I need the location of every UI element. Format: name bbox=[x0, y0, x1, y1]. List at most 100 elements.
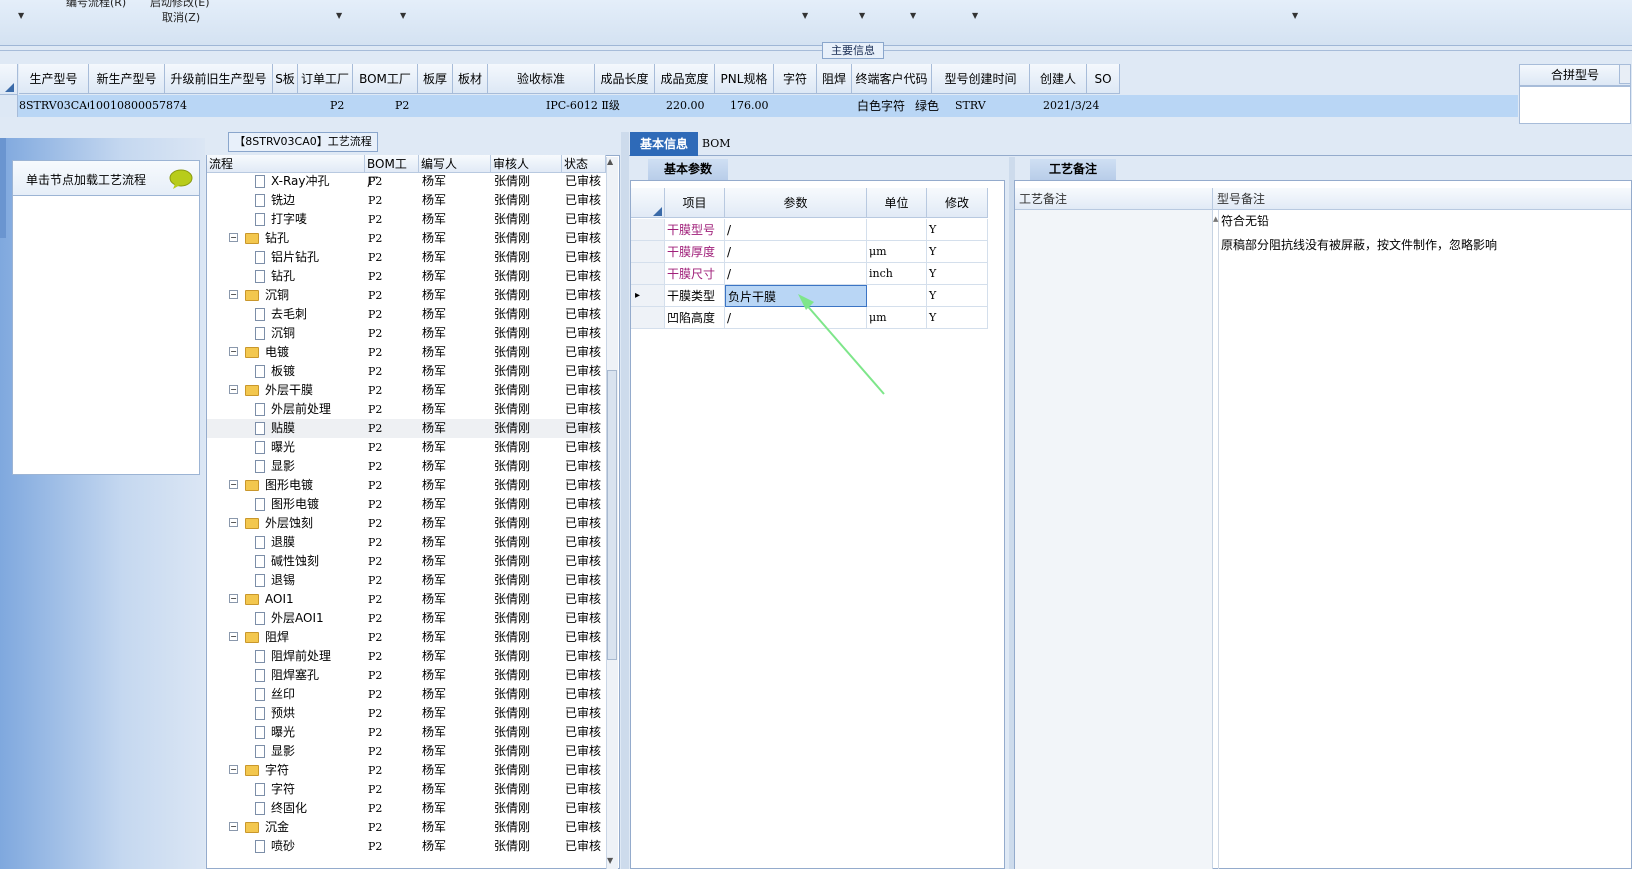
param-modify[interactable]: Y bbox=[927, 263, 988, 285]
collapse-icon[interactable]: − bbox=[229, 233, 238, 242]
splitter[interactable] bbox=[621, 132, 629, 869]
col-model-note[interactable]: 型号备注 bbox=[1213, 188, 1631, 210]
tree-row[interactable]: − 外层蚀刻 P2 杨军 张倩刚 已审核 bbox=[207, 514, 601, 533]
param-item[interactable]: 干膜尺寸 bbox=[665, 263, 725, 285]
tree-row[interactable]: 喷砂 P2 杨军 张倩刚 已审核 bbox=[207, 837, 601, 856]
collapse-icon[interactable]: − bbox=[229, 765, 238, 774]
tree-row[interactable]: 外层AOI1 P2 杨军 张倩刚 已审核 bbox=[207, 609, 601, 628]
tree-col-status[interactable]: 状态 bbox=[562, 155, 606, 173]
main-col-0[interactable]: 生产型号 bbox=[19, 64, 89, 94]
tree-row[interactable]: 曝光 P2 杨军 张倩刚 已审核 bbox=[207, 438, 601, 457]
tree-row[interactable]: − 图形电镀 P2 杨军 张倩刚 已审核 bbox=[207, 476, 601, 495]
tree-row[interactable]: 终固化 P2 杨军 张倩刚 已审核 bbox=[207, 799, 601, 818]
tree-row[interactable]: 外层前处理 P2 杨军 张倩刚 已审核 bbox=[207, 400, 601, 419]
row-selector[interactable] bbox=[631, 219, 665, 241]
tree-row[interactable]: − 电镀 P2 杨军 张倩刚 已审核 bbox=[207, 343, 601, 362]
main-col-3[interactable]: S板 bbox=[273, 64, 298, 94]
tree-row[interactable]: 碱性蚀刻 P2 杨军 张倩刚 已审核 bbox=[207, 552, 601, 571]
param-item[interactable]: 干膜型号 bbox=[665, 219, 725, 241]
param-modify[interactable]: Y bbox=[927, 241, 988, 263]
process-hint-header[interactable]: 单击节点加载工艺流程 bbox=[12, 160, 200, 196]
tree-row[interactable]: − 字符 P2 杨军 张倩刚 已审核 bbox=[207, 761, 601, 780]
main-col-15[interactable]: 型号创建时间 bbox=[932, 64, 1030, 94]
param-item[interactable]: 干膜厚度 bbox=[665, 241, 725, 263]
row-selector[interactable] bbox=[631, 263, 665, 285]
col-item[interactable]: 项目 bbox=[665, 188, 725, 218]
tree-row[interactable]: 钻孔 P2 杨军 张倩刚 已审核 bbox=[207, 267, 601, 286]
tree-row[interactable]: 阻焊塞孔 P2 杨军 张倩刚 已审核 bbox=[207, 666, 601, 685]
tab-process-notes[interactable]: 工艺备注 bbox=[1030, 159, 1116, 180]
tree-row[interactable]: 去毛刺 P2 杨军 张倩刚 已审核 bbox=[207, 305, 601, 324]
row-selector[interactable] bbox=[631, 307, 665, 329]
toolbar-item-flow[interactable]: 编号流程(R) bbox=[66, 0, 126, 10]
param-item[interactable]: 凹陷高度 bbox=[665, 307, 725, 329]
main-col-9[interactable]: 成品长度 bbox=[595, 64, 655, 94]
scroll-up-icon[interactable]: ▲ bbox=[1213, 215, 1218, 223]
main-col-2[interactable]: 升级前旧生产型号 bbox=[165, 64, 273, 94]
tree-row[interactable]: 曝光 P2 杨军 张倩刚 已审核 bbox=[207, 723, 601, 742]
main-col-11[interactable]: PNL规格 bbox=[715, 64, 774, 94]
main-col-13[interactable]: 阻焊 bbox=[817, 64, 852, 94]
tab-bom[interactable]: BOM bbox=[702, 132, 742, 156]
main-col-12[interactable]: 字符 bbox=[774, 64, 817, 94]
collapse-icon[interactable]: − bbox=[229, 290, 238, 299]
dropdown-arrow-icon[interactable]: ▼ bbox=[859, 11, 865, 20]
param-modify[interactable]: Y bbox=[927, 307, 988, 329]
main-col-5[interactable]: BOM工厂 bbox=[353, 64, 418, 94]
col-unit[interactable]: 单位 bbox=[867, 188, 927, 218]
scroll-arrow-icon[interactable] bbox=[1619, 64, 1631, 84]
param-modify[interactable]: Y bbox=[927, 285, 988, 307]
tree-col-flow[interactable]: 流程 bbox=[207, 155, 365, 173]
dropdown-arrow-icon[interactable]: ▼ bbox=[400, 11, 406, 20]
dropdown-arrow-icon[interactable]: ▼ bbox=[18, 11, 24, 20]
tree-row[interactable]: 退锡 P2 杨军 张倩刚 已审核 bbox=[207, 571, 601, 590]
tree-row[interactable]: 图形电镀 P2 杨军 张倩刚 已审核 bbox=[207, 495, 601, 514]
toolbar-item-cancel[interactable]: 取消(Z) bbox=[162, 9, 200, 25]
tree-col-bom-factory[interactable]: BOM工厂 bbox=[365, 155, 419, 189]
tree-row[interactable]: − 阻焊 P2 杨军 张倩刚 已审核 bbox=[207, 628, 601, 647]
dropdown-arrow-icon[interactable]: ▼ bbox=[802, 11, 808, 20]
tree-row[interactable]: 丝印 P2 杨军 张倩刚 已审核 bbox=[207, 685, 601, 704]
tab-basic-info[interactable]: 基本信息 bbox=[630, 132, 698, 156]
collapse-handle[interactable] bbox=[0, 138, 6, 238]
main-col-16[interactable]: 创建人 bbox=[1030, 64, 1087, 94]
tree-row[interactable]: − 沉铜 P2 杨军 张倩刚 已审核 bbox=[207, 286, 601, 305]
tree-row[interactable]: − 钻孔 P2 杨军 张倩刚 已审核 bbox=[207, 229, 601, 248]
tree-row[interactable]: 字符 P2 杨军 张倩刚 已审核 bbox=[207, 780, 601, 799]
tree-row[interactable]: 铝片钻孔 P2 杨军 张倩刚 已审核 bbox=[207, 248, 601, 267]
tree-row[interactable]: 铣边 P2 杨军 张倩刚 已审核 bbox=[207, 191, 601, 210]
tree-scrollbar-thumb[interactable] bbox=[607, 370, 617, 660]
tree-row[interactable]: 板镀 P2 杨军 张倩刚 已审核 bbox=[207, 362, 601, 381]
dropdown-arrow-icon[interactable]: ▼ bbox=[972, 11, 978, 20]
dropdown-arrow-icon[interactable]: ▼ bbox=[1292, 11, 1298, 20]
col-process-note[interactable]: 工艺备注 bbox=[1015, 188, 1213, 210]
collapse-icon[interactable]: − bbox=[229, 822, 238, 831]
tree-row[interactable]: 阻焊前处理 P2 杨军 张倩刚 已审核 bbox=[207, 647, 601, 666]
collapse-icon[interactable]: − bbox=[229, 385, 238, 394]
main-col-7[interactable]: 板材 bbox=[453, 64, 488, 94]
param-unit[interactable] bbox=[867, 219, 927, 241]
collapse-icon[interactable]: − bbox=[229, 480, 238, 489]
collapse-icon[interactable]: − bbox=[229, 347, 238, 356]
tree-row[interactable]: 沉铜 P2 杨军 张倩刚 已审核 bbox=[207, 324, 601, 343]
tree-row[interactable]: 预烘 P2 杨军 张倩刚 已审核 bbox=[207, 704, 601, 723]
main-col-17[interactable]: SO bbox=[1087, 64, 1120, 94]
tree-row[interactable]: 打字唛 P2 杨军 张倩刚 已审核 bbox=[207, 210, 601, 229]
param-modify[interactable]: Y bbox=[927, 219, 988, 241]
row-selector[interactable]: ▸ bbox=[631, 285, 665, 307]
dropdown-arrow-icon[interactable]: ▼ bbox=[910, 11, 916, 20]
tree-row[interactable]: X-Ray冲孔 P2 杨军 张倩刚 已审核 bbox=[207, 172, 601, 191]
scroll-down-icon[interactable]: ▼ bbox=[607, 856, 613, 865]
tree-row[interactable]: 退膜 P2 杨军 张倩刚 已审核 bbox=[207, 533, 601, 552]
collapse-icon[interactable]: − bbox=[229, 594, 238, 603]
param-item[interactable]: 干膜类型 bbox=[665, 285, 725, 307]
tree-col-writer[interactable]: 编写人 bbox=[419, 155, 491, 173]
main-col-1[interactable]: 新生产型号 bbox=[89, 64, 165, 94]
tree-row[interactable]: − AOI1 P2 杨军 张倩刚 已审核 bbox=[207, 590, 601, 609]
param-value[interactable]: / bbox=[725, 241, 867, 263]
col-modify[interactable]: 修改 bbox=[927, 188, 988, 218]
merge-model-list[interactable] bbox=[1519, 86, 1631, 124]
dropdown-arrow-icon[interactable]: ▼ bbox=[336, 11, 342, 20]
param-value[interactable]: / bbox=[725, 263, 867, 285]
param-unit[interactable]: inch bbox=[867, 263, 927, 285]
